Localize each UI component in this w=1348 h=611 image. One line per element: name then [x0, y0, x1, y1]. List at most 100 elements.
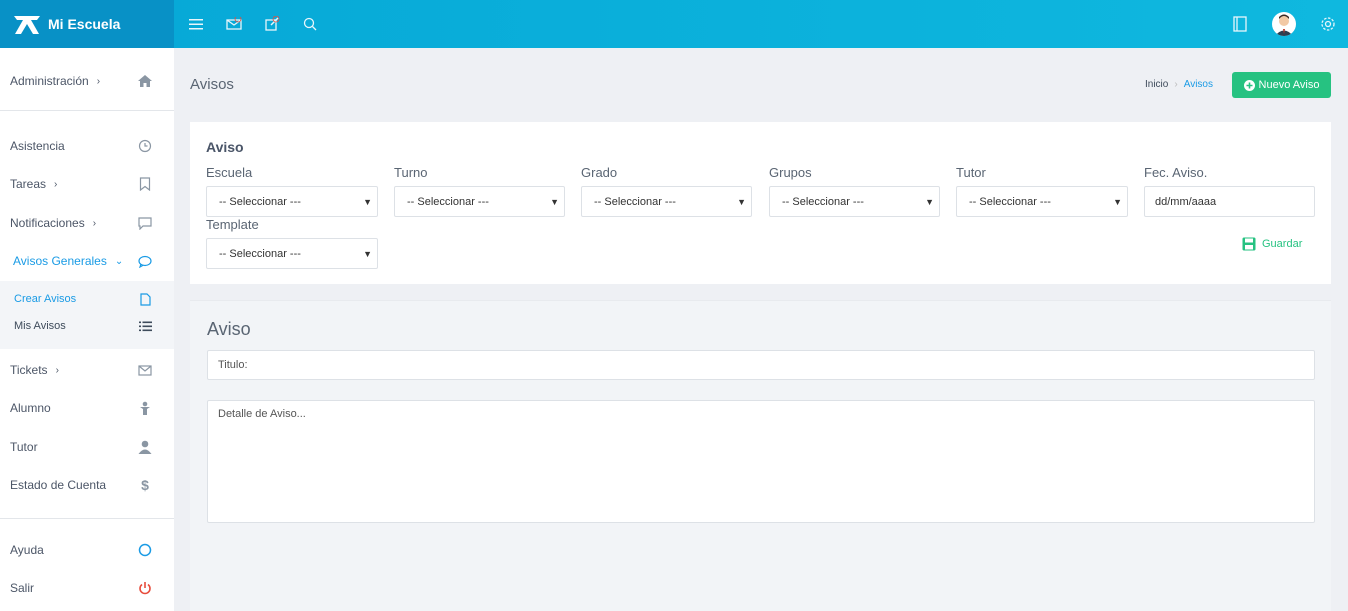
- dollar-icon: $: [141, 477, 149, 493]
- dropdown-arrow-icon: ▼: [925, 196, 934, 207]
- sidebar-item-ayuda[interactable]: Ayuda: [0, 531, 174, 569]
- select-value: -- Seleccionar ---: [407, 195, 489, 208]
- field-label-fec-aviso: Fec. Aviso.: [1144, 165, 1208, 180]
- sidebar-item-label: Administración: [10, 74, 89, 88]
- sidebar: Administración › Asistencia Tareas › Not…: [0, 48, 174, 611]
- dropdown-arrow-icon: ▼: [550, 196, 559, 207]
- book-icon[interactable]: [1230, 14, 1250, 34]
- field-label-escuela: Escuela: [206, 165, 253, 180]
- select-value: -- Seleccionar ---: [782, 195, 864, 208]
- field-label-grado: Grado: [581, 165, 618, 180]
- breadcrumb-avisos[interactable]: Avisos: [1184, 79, 1213, 90]
- sidebar-item-label: Notificaciones: [10, 216, 85, 230]
- bookmark-icon: [137, 176, 153, 192]
- circle-icon: [137, 542, 153, 558]
- power-icon: [137, 580, 153, 596]
- brand[interactable]: Mi Escuela: [0, 0, 174, 48]
- sidebar-item-tickets[interactable]: Tickets ›: [0, 351, 174, 389]
- breadcrumb-inicio[interactable]: Inicio: [1145, 79, 1168, 90]
- tutor-select[interactable]: -- Seleccionar --- ▼: [956, 186, 1128, 217]
- chat-icon: [137, 215, 153, 231]
- chevron-right-icon: ›: [96, 75, 101, 87]
- titulo-placeholder: Titulo:: [218, 359, 248, 371]
- select-value: -- Seleccionar ---: [969, 195, 1051, 208]
- edit-icon[interactable]: [262, 14, 282, 34]
- field-label-grupos: Grupos: [769, 165, 812, 180]
- user-icon: [137, 439, 153, 455]
- sidebar-submenu: Crear Avisos Mis Avisos: [0, 281, 174, 349]
- sidebar-item-alumno[interactable]: Alumno: [0, 389, 174, 427]
- guardar-label: Guardar: [1262, 238, 1303, 250]
- speech-icon: [137, 253, 153, 269]
- chevron-right-icon: ›: [92, 217, 97, 229]
- clock-icon: [137, 138, 153, 154]
- sidebar-item-tutor[interactable]: Tutor: [0, 428, 174, 466]
- chevron-right-icon: ›: [55, 364, 59, 376]
- sidebar-subitem-label: Crear Avisos: [14, 293, 77, 305]
- sidebar-item-estado-de-cuenta[interactable]: Estado de Cuenta $: [0, 466, 174, 504]
- envelope-icon: [137, 362, 153, 378]
- field-label-turno: Turno: [394, 165, 428, 180]
- sidebar-subitem-crear-avisos[interactable]: Crear Avisos: [0, 286, 174, 312]
- sidebar-subitem-label: Mis Avisos: [14, 320, 66, 332]
- dropdown-arrow-icon: ▼: [363, 248, 372, 259]
- guardar-button[interactable]: Guardar: [1242, 237, 1302, 251]
- search-icon[interactable]: [300, 14, 320, 34]
- sidebar-item-label: Tutor: [10, 440, 38, 454]
- avatar[interactable]: [1272, 12, 1296, 36]
- sidebar-item-administracion[interactable]: Administración ›: [0, 62, 174, 100]
- date-placeholder: dd/mm/aaaa: [1155, 195, 1217, 208]
- grado-select[interactable]: -- Seleccionar --- ▼: [581, 186, 752, 217]
- new-aviso-label: Nuevo Aviso: [1258, 79, 1320, 91]
- top-bar: Mi Escuela: [0, 0, 1348, 48]
- menu-icon[interactable]: [186, 14, 206, 34]
- form-title: Aviso: [206, 139, 244, 155]
- student-icon: [137, 400, 153, 416]
- sidebar-item-label: Avisos Generales: [13, 254, 107, 268]
- sidebar-item-tareas[interactable]: Tareas ›: [0, 165, 174, 203]
- file-icon: [137, 291, 153, 307]
- select-value: -- Seleccionar ---: [219, 195, 301, 208]
- titulo-input[interactable]: Titulo:: [207, 350, 1315, 380]
- sidebar-item-avisos-generales[interactable]: Avisos Generales ⌄: [0, 242, 174, 280]
- sidebar-item-salir[interactable]: Salir: [0, 569, 174, 607]
- breadcrumb: Inicio › Avisos: [1145, 79, 1213, 90]
- plus-circle-icon: [1243, 79, 1255, 91]
- aviso-content-card: Aviso Titulo: Detalle de Aviso...: [190, 300, 1331, 611]
- sidebar-item-label: Salir: [10, 581, 35, 595]
- detalle-placeholder: Detalle de Aviso...: [218, 408, 306, 420]
- sidebar-item-notificaciones[interactable]: Notificaciones ›: [0, 204, 174, 242]
- chevron-down-icon: ⌄: [114, 255, 124, 267]
- sidebar-item-asistencia[interactable]: Asistencia: [0, 127, 174, 165]
- dropdown-arrow-icon: ▼: [737, 196, 746, 207]
- breadcrumb-separator: ›: [1174, 79, 1178, 90]
- sidebar-item-label: Asistencia: [10, 139, 65, 153]
- fec-aviso-input[interactable]: dd/mm/aaaa: [1144, 186, 1315, 217]
- sidebar-item-label: Alumno: [10, 401, 51, 415]
- page-title: Avisos: [190, 76, 234, 93]
- logo-icon: [12, 12, 42, 36]
- select-value: -- Seleccionar ---: [594, 195, 676, 208]
- new-aviso-button[interactable]: Nuevo Aviso: [1232, 72, 1331, 98]
- brand-name: Mi Escuela: [48, 16, 121, 32]
- turno-select[interactable]: -- Seleccionar --- ▼: [394, 186, 565, 217]
- aviso-content-title: Aviso: [207, 319, 251, 339]
- divider: [0, 110, 174, 111]
- sidebar-item-label: Ayuda: [10, 543, 44, 557]
- mail-icon[interactable]: [224, 14, 244, 34]
- template-select[interactable]: -- Seleccionar --- ▼: [206, 238, 378, 269]
- gear-icon[interactable]: [1318, 14, 1338, 34]
- dropdown-arrow-icon: ▼: [1113, 196, 1122, 207]
- sidebar-subitem-mis-avisos[interactable]: Mis Avisos: [0, 313, 174, 339]
- detalle-textarea[interactable]: Detalle de Aviso...: [207, 400, 1315, 523]
- grupos-select[interactable]: -- Seleccionar --- ▼: [769, 186, 940, 217]
- sidebar-item-label: Tickets: [10, 363, 48, 377]
- field-label-template: Template: [206, 217, 259, 232]
- save-icon: [1242, 237, 1256, 251]
- aviso-form-card: Aviso Escuela -- Seleccionar --- ▼ Turno…: [190, 122, 1331, 284]
- escuela-select[interactable]: -- Seleccionar --- ▼: [206, 186, 378, 217]
- chevron-right-icon: ›: [54, 178, 58, 190]
- dropdown-arrow-icon: ▼: [363, 196, 372, 207]
- home-icon: [137, 73, 153, 89]
- divider: [0, 518, 174, 519]
